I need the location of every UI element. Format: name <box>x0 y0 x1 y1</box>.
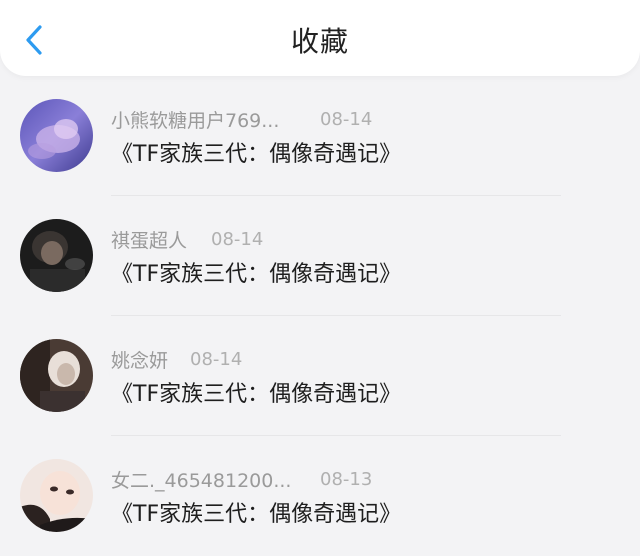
user-avatar[interactable] <box>20 219 93 292</box>
username[interactable]: 小熊软糖用户769... <box>111 106 320 133</box>
user-avatar[interactable] <box>20 339 93 412</box>
item-meta: 小熊软糖用户769... 08-14 <box>111 105 372 133</box>
user-avatar[interactable] <box>20 459 93 532</box>
top-bar: 收藏 <box>0 0 640 76</box>
list-item[interactable]: 女二._465481200... 08-13 《TF家族三代：偶像奇遇记》 <box>0 436 640 556</box>
username[interactable]: 女二._465481200... <box>111 466 320 493</box>
page-title: 收藏 <box>290 25 349 58</box>
list-item[interactable]: 小熊软糖用户769... 08-14 《TF家族三代：偶像奇遇记》 <box>0 76 640 196</box>
favorite-title[interactable]: 《TF家族三代：偶像奇遇记》 <box>111 379 401 411</box>
username[interactable]: 祺蛋超人 <box>111 226 211 253</box>
favorites-list: 小熊软糖用户769... 08-14 《TF家族三代：偶像奇遇记》 祺蛋超人 0… <box>0 76 640 556</box>
date: 08-14 <box>320 108 373 130</box>
list-item[interactable]: 祺蛋超人 08-14 《TF家族三代：偶像奇遇记》 <box>0 196 640 316</box>
username[interactable]: 姚念妍 <box>111 346 190 373</box>
date: 08-14 <box>190 348 243 370</box>
list-item[interactable]: 姚念妍 08-14 《TF家族三代：偶像奇遇记》 <box>0 316 640 436</box>
user-avatar[interactable] <box>20 99 93 172</box>
favorite-title[interactable]: 《TF家族三代：偶像奇遇记》 <box>111 499 401 531</box>
date: 08-14 <box>211 228 264 250</box>
item-meta: 姚念妍 08-14 <box>111 345 242 373</box>
date: 08-13 <box>320 468 373 490</box>
item-meta: 祺蛋超人 08-14 <box>111 225 263 253</box>
favorite-title[interactable]: 《TF家族三代：偶像奇遇记》 <box>111 259 401 291</box>
favorite-title[interactable]: 《TF家族三代：偶像奇遇记》 <box>111 139 401 171</box>
item-meta: 女二._465481200... 08-13 <box>111 465 372 493</box>
